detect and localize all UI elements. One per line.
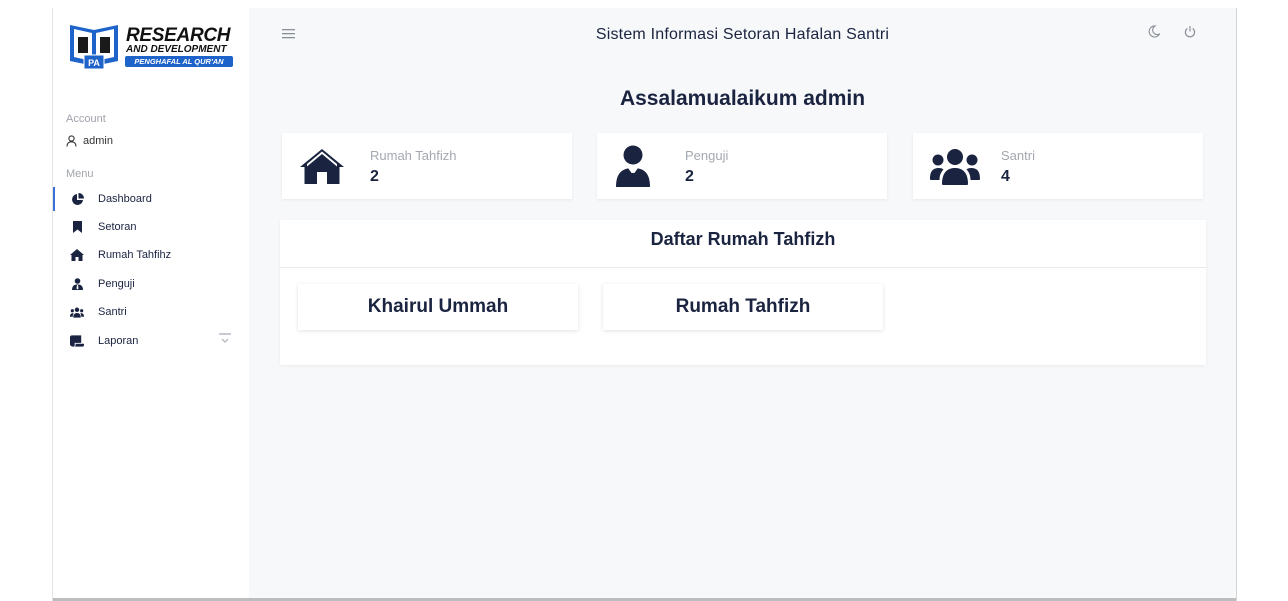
users-icon — [70, 305, 84, 319]
stat-value: 4 — [1001, 168, 1010, 185]
sidebar-item-label: Laporan — [98, 335, 139, 347]
brand-subtitle: AND DEVELOPMENT — [126, 44, 227, 55]
home-icon — [300, 149, 344, 184]
stat-card-penguji[interactable]: Penguji 2 — [597, 133, 887, 199]
sidebar-item-rumah-tahfizh[interactable]: Rumah Tahfihz — [53, 243, 249, 267]
home-icon — [70, 248, 84, 262]
sidebar-item-dashboard[interactable]: Dashboard — [53, 187, 251, 211]
panel-title: Daftar Rumah Tahfizh — [280, 220, 1206, 268]
user-outline-icon — [66, 135, 77, 147]
chevron-down-icon[interactable] — [219, 333, 231, 346]
pie-chart-icon — [70, 192, 84, 206]
stat-value: 2 — [370, 168, 379, 185]
rumah-card[interactable]: Khairul Ummah — [298, 284, 578, 330]
account-section-label: Account — [66, 113, 106, 125]
sidebar-item-setoran[interactable]: Setoran — [53, 215, 249, 239]
app-window: PA RESEARCH AND DEVELOPMENT PENGHAFAL AL… — [53, 8, 1236, 601]
svg-text:PA: PA — [88, 58, 100, 68]
stat-card-rumah-tahfizh[interactable]: Rumah Tahfizh 2 — [282, 133, 572, 199]
bookmark-icon — [70, 220, 84, 234]
sidebar-item-label: Dashboard — [98, 193, 152, 205]
sidebar-item-label: Rumah Tahfihz — [98, 249, 172, 261]
brand-tagline: PENGHAFAL AL QUR'AN — [125, 56, 233, 67]
stat-label: Penguji — [685, 148, 729, 163]
sidebar-item-santri[interactable]: Santri — [53, 300, 249, 324]
scroll-icon — [70, 334, 84, 348]
app-title: Sistem Informasi Setoran Hafalan Santri — [595, 26, 890, 43]
menu-section-label: Menu — [66, 168, 94, 180]
account-username: admin — [83, 135, 113, 147]
stat-card-santri[interactable]: Santri 4 — [913, 133, 1203, 199]
user-tie-icon — [616, 145, 650, 187]
sidebar-item-label: Penguji — [98, 278, 135, 290]
stat-label: Rumah Tahfizh — [370, 148, 457, 163]
sidebar-item-label: Santri — [98, 306, 127, 318]
sidebar-item-label: Setoran — [98, 221, 137, 233]
users-icon — [930, 149, 980, 185]
brand-logo[interactable]: PA RESEARCH AND DEVELOPMENT PENGHAFAL AL… — [68, 21, 238, 73]
power-icon[interactable] — [1184, 25, 1196, 38]
top-header: Sistem Informasi Setoran Hafalan Santri — [249, 8, 1236, 60]
account-user[interactable]: admin — [66, 135, 113, 147]
book-emblem-icon: PA — [70, 25, 118, 70]
rumah-card[interactable]: Rumah Tahfizh — [603, 284, 883, 330]
rumah-tahfizh-panel: Daftar Rumah Tahfizh Khairul Ummah Rumah… — [280, 220, 1206, 365]
sidebar: PA RESEARCH AND DEVELOPMENT PENGHAFAL AL… — [53, 8, 249, 598]
sidebar-item-penguji[interactable]: Penguji — [53, 272, 249, 296]
moon-icon[interactable] — [1148, 25, 1160, 38]
stat-value: 2 — [685, 168, 694, 185]
sidebar-item-laporan[interactable]: Laporan — [53, 329, 249, 353]
user-tie-icon — [70, 277, 84, 291]
greeting-heading: Assalamualaikum admin — [619, 87, 866, 110]
stat-label: Santri — [1001, 148, 1035, 163]
